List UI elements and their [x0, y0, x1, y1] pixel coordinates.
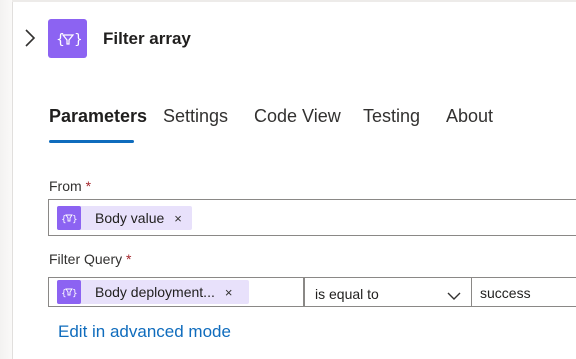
operator-dropdown[interactable]: is equal to — [304, 277, 472, 307]
from-label: From * — [49, 178, 91, 194]
remove-token-icon[interactable]: × — [225, 285, 233, 300]
filter-query-label: Filter Query * — [49, 251, 131, 267]
tab-parameters[interactable]: Parameters — [49, 106, 147, 127]
tab-code-view[interactable]: Code View — [254, 106, 341, 127]
from-required-mark: * — [85, 178, 92, 194]
svg-text:}: } — [74, 32, 81, 48]
operator-value: is equal to — [315, 286, 379, 302]
filter-left-operand-input[interactable]: { } Body deployment... × — [48, 277, 304, 307]
token-label: Body deployment... — [95, 284, 215, 300]
panel-left-edge — [0, 0, 13, 359]
tab-settings[interactable]: Settings — [163, 106, 228, 127]
body-value-token[interactable]: { } Body value × — [57, 206, 192, 230]
body-deployment-token[interactable]: { } Body deployment... × — [57, 280, 249, 304]
active-tab-indicator — [49, 140, 134, 143]
tab-about[interactable]: About — [446, 106, 493, 127]
token-label: Body value — [95, 210, 165, 226]
expand-chevron-icon[interactable] — [22, 28, 38, 48]
expression-token-icon: { } — [57, 280, 81, 304]
tab-testing[interactable]: Testing — [363, 106, 420, 127]
from-label-text: From — [49, 178, 82, 194]
filter-array-icon: { } — [48, 19, 87, 58]
svg-text:{: { — [61, 289, 67, 298]
filter-query-required-mark: * — [126, 251, 132, 267]
from-input[interactable]: { } Body value × — [48, 199, 576, 236]
filter-value-text: success — [480, 285, 531, 301]
edit-advanced-mode-link[interactable]: Edit in advanced mode — [58, 322, 231, 342]
expression-token-icon: { } — [57, 206, 81, 230]
svg-text:{: { — [61, 215, 67, 224]
svg-text:}: } — [72, 289, 77, 298]
remove-token-icon[interactable]: × — [174, 211, 182, 226]
panel-top-border — [12, 0, 576, 2]
chevron-down-icon — [447, 288, 461, 300]
filter-query-label-text: Filter Query — [49, 251, 123, 267]
action-title: Filter array — [103, 29, 191, 48]
svg-text:}: } — [72, 215, 77, 224]
filter-value-input[interactable]: success — [471, 277, 576, 307]
